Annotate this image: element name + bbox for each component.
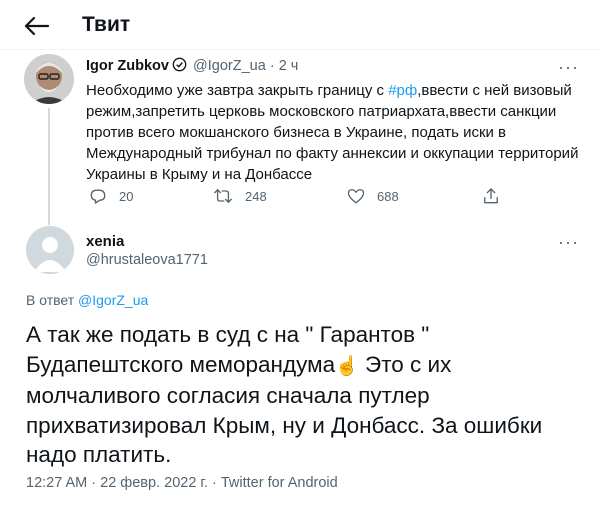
back-arrow-icon <box>24 16 50 36</box>
share-icon <box>484 188 498 204</box>
verified-badge-icon <box>172 57 187 76</box>
reply-context: В ответ @IgorZ_ua <box>26 292 148 308</box>
top-bar: Твит <box>0 0 600 50</box>
hashtag-link[interactable]: #рф <box>388 82 417 99</box>
back-button[interactable] <box>22 13 50 39</box>
reply-mention-link[interactable]: @IgorZ_ua <box>78 292 148 308</box>
tweet1-more-button[interactable]: ··· <box>558 57 579 78</box>
avatar-igor[interactable] <box>24 54 74 104</box>
tweet2-text: А так же подать в суд с на " Гарантов " … <box>26 320 586 470</box>
thread-line <box>48 108 50 225</box>
like-count: 688 <box>377 188 399 204</box>
tweet1-header: Igor Zubkov @IgorZ_ua · 2 ч <box>86 57 298 76</box>
tweet2-timestamp[interactable]: 12:27 AM · 22 февр. 2022 г. · Twitter fo… <box>26 475 338 491</box>
page-title: Твит <box>82 13 131 36</box>
retweet-count: 248 <box>245 188 267 204</box>
tweet2-handle[interactable]: @hrustaleova1771 <box>86 252 208 268</box>
reply-count: 20 <box>119 188 134 204</box>
reply-prefix: В ответ <box>26 292 79 308</box>
tweet2-author-name[interactable]: xenia <box>86 233 124 250</box>
tweet1-actions: 20 248 688 <box>86 186 506 206</box>
tweet1-author-name[interactable]: Igor Zubkov <box>86 58 169 74</box>
avatar-xenia[interactable] <box>26 226 74 274</box>
like-icon <box>347 189 365 204</box>
pointing-up-emoji: ☝️ <box>335 355 359 377</box>
avatar-photo <box>24 54 74 104</box>
meta-separator: · <box>269 58 275 74</box>
reply-button[interactable]: 20 <box>88 186 133 206</box>
tweet2-more-button[interactable]: ··· <box>558 232 579 253</box>
default-avatar-icon <box>26 226 74 274</box>
share-button[interactable] <box>481 186 512 206</box>
tweet1-text: Необходимо уже завтра закрыть границу с … <box>86 80 581 185</box>
tweet1-text-start: Необходимо уже завтра закрыть границу с <box>86 82 389 99</box>
tweet1-time[interactable]: 2 ч <box>279 58 299 74</box>
retweet-button[interactable]: 248 <box>212 186 267 206</box>
reply-icon <box>90 189 106 204</box>
tweet1-handle[interactable]: @IgorZ_ua <box>193 58 266 74</box>
like-button[interactable]: 688 <box>346 186 399 206</box>
retweet-icon <box>214 189 232 203</box>
